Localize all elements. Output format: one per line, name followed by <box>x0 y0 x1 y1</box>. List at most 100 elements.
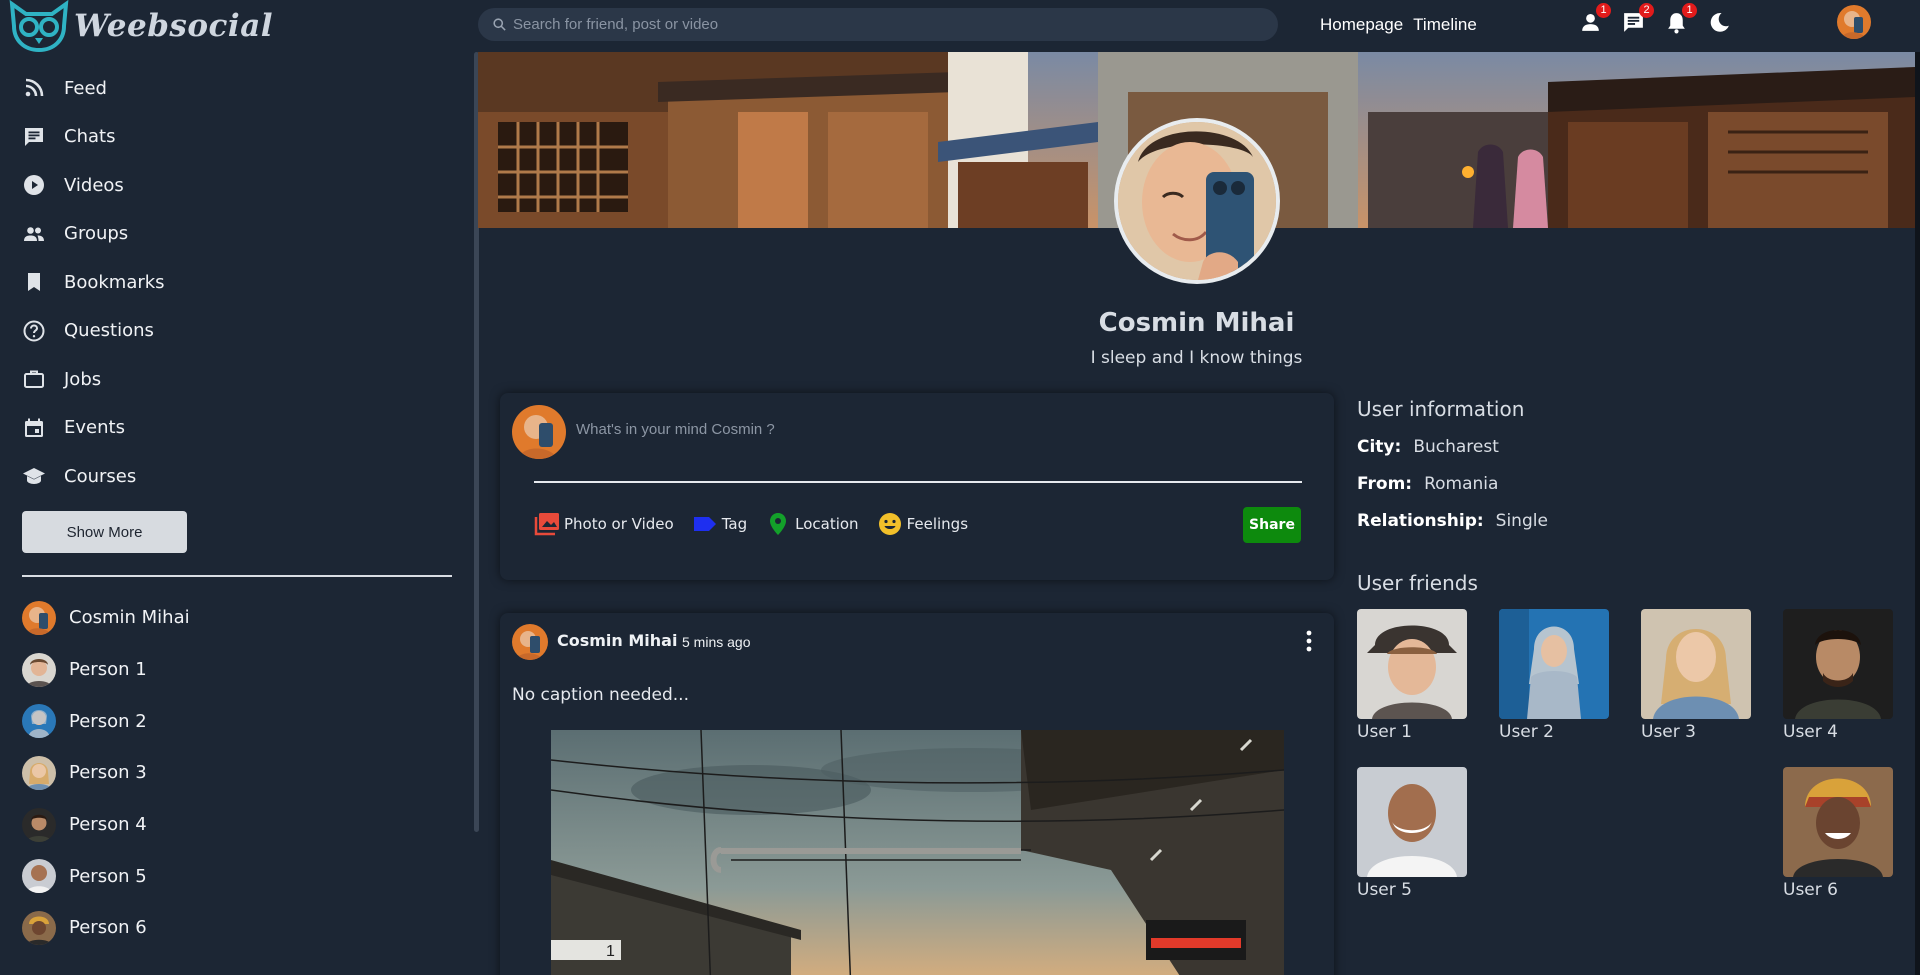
post-image[interactable]: 1 <box>551 730 1284 975</box>
friend-card[interactable]: User 4 <box>1783 609 1893 742</box>
messages-badge: 2 <box>1639 3 1654 18</box>
sidebar-friend-item[interactable]: Person 2 <box>22 695 190 747</box>
messages-button[interactable]: 2 <box>1621 3 1654 36</box>
post-input[interactable] <box>576 421 1136 438</box>
friend-requests-button[interactable]: 1 <box>1578 3 1611 36</box>
sidebar-item-label: Groups <box>64 223 129 245</box>
timeline-link[interactable]: Timeline <box>1413 15 1477 35</box>
bookmark-icon <box>28 273 40 292</box>
sidebar-friend-item[interactable]: Cosmin Mihai <box>22 592 190 644</box>
sidebar-friend-item[interactable]: Person 1 <box>22 644 190 696</box>
profile-name: Cosmin Mihai <box>1098 308 1295 338</box>
sidebar-item-label: Events <box>64 417 125 439</box>
show-more-button[interactable]: Show More <box>22 511 187 553</box>
sidebar-friend-item[interactable]: Person 5 <box>22 850 190 902</box>
sidebar-friends-list: Cosmin Mihai Person 1 Person 2 Person 3 … <box>22 592 190 954</box>
friend-name: User 4 <box>1783 722 1838 742</box>
search-bar[interactable] <box>478 8 1278 41</box>
feelings-option[interactable]: Feelings <box>877 511 968 537</box>
sidebar-friend-item[interactable]: Person 3 <box>22 747 190 799</box>
info-label: From: <box>1357 474 1413 494</box>
sidebar-item-label: Questions <box>64 320 154 342</box>
sidebar-friend-item[interactable]: Person 4 <box>22 799 190 851</box>
friend-name: Person 1 <box>69 659 147 681</box>
calendar-icon <box>25 418 43 437</box>
tag-label: Tag <box>721 515 748 533</box>
info-value: Romania <box>1424 474 1499 494</box>
profile-bio: I sleep and I know things <box>1090 348 1303 368</box>
homepage-link[interactable]: Homepage <box>1320 15 1403 35</box>
avatar <box>22 652 56 687</box>
friend-name: Person 5 <box>69 865 147 887</box>
user-avatar[interactable] <box>1837 5 1871 39</box>
dark-mode-toggle[interactable] <box>1707 8 1732 36</box>
friend-card[interactable]: User 1 <box>1357 609 1467 742</box>
sidebar-item-events[interactable]: Events <box>22 404 470 453</box>
friend-photo <box>1499 609 1609 719</box>
share-divider <box>534 481 1302 483</box>
avatar <box>22 755 56 790</box>
friend-card[interactable]: User 5 <box>1357 767 1467 900</box>
smiley-icon <box>878 513 901 535</box>
sidebar-item-label: Bookmarks <box>64 271 165 293</box>
friend-card[interactable]: User 3 <box>1641 609 1751 742</box>
search-input[interactable] <box>513 16 1213 33</box>
sidebar-item-questions[interactable]: Questions <box>22 307 470 356</box>
friend-card[interactable]: User 6 <box>1783 767 1893 900</box>
avatar <box>512 405 566 459</box>
tag-option[interactable]: Tag <box>692 511 747 537</box>
location-option[interactable]: Location <box>765 511 859 537</box>
sidebar-item-bookmarks[interactable]: Bookmarks <box>22 258 470 307</box>
group-icon <box>24 226 44 241</box>
post-author[interactable]: Cosmin Mihai <box>557 631 677 650</box>
avatar <box>22 600 56 635</box>
location-pin-icon <box>770 513 787 535</box>
sidebar-item-label: Videos <box>64 174 124 196</box>
sidebar-item-groups[interactable]: Groups <box>22 210 470 259</box>
sidebar-item-label: Feed <box>64 77 107 99</box>
rss-icon <box>25 78 44 97</box>
sidebar-divider <box>22 575 452 577</box>
friend-card[interactable]: User 2 <box>1499 609 1609 742</box>
sidebar-item-courses[interactable]: Courses <box>22 452 470 501</box>
friend-name: User 3 <box>1641 722 1696 742</box>
sidebar-item-label: Jobs <box>64 368 102 390</box>
logo[interactable]: Weebsocial <box>8 0 273 52</box>
share-button[interactable]: Share <box>1243 507 1301 543</box>
info-value: Bucharest <box>1413 437 1499 457</box>
chat-icon <box>25 127 43 146</box>
friend-photo <box>1357 609 1467 719</box>
friend-name: User 1 <box>1357 722 1412 742</box>
info-relationship: Relationship: Single <box>1357 511 1548 531</box>
post-card: Cosmin Mihai 5 mins ago No caption neede… <box>500 613 1334 975</box>
sidebar-item-jobs[interactable]: Jobs <box>22 355 470 404</box>
sidebar-item-label: Courses <box>64 465 137 487</box>
sidebar: Feed Chats Videos Groups Bookmarks Quest… <box>0 52 470 975</box>
friend-name: User 2 <box>1499 722 1554 742</box>
play-circle-icon <box>24 175 44 196</box>
logo-text: Weebsocial <box>74 8 274 44</box>
notifications-button[interactable]: 1 <box>1664 3 1697 36</box>
friend-name: Person 2 <box>69 710 147 732</box>
avatar[interactable] <box>512 624 548 660</box>
friend-name: Cosmin Mihai <box>69 607 190 629</box>
info-label: City: <box>1357 437 1402 457</box>
svg-text:1: 1 <box>606 943 615 960</box>
sidebar-friend-item[interactable]: Person 6 <box>22 902 190 954</box>
page-scrollbar[interactable] <box>1915 52 1920 975</box>
friend-requests-badge: 1 <box>1596 3 1611 18</box>
share-box: Photo or Video Tag Location Feelings Sha… <box>500 393 1334 580</box>
owl-logo-icon <box>9 0 69 52</box>
more-vert-icon[interactable] <box>1300 627 1318 655</box>
post-caption: No caption needed... <box>512 685 689 705</box>
sidebar-item-chats[interactable]: Chats <box>22 113 470 162</box>
sidebar-item-feed[interactable]: Feed <box>22 64 470 113</box>
profile-picture[interactable] <box>1114 118 1280 284</box>
photo-video-option[interactable]: Photo or Video <box>534 511 674 537</box>
user-friends-title: User friends <box>1357 571 1478 595</box>
avatar <box>22 910 56 945</box>
friend-photo <box>1783 609 1893 719</box>
sidebar-item-videos[interactable]: Videos <box>22 161 470 210</box>
help-circle-icon <box>23 320 45 342</box>
friend-name: User 5 <box>1357 880 1412 900</box>
